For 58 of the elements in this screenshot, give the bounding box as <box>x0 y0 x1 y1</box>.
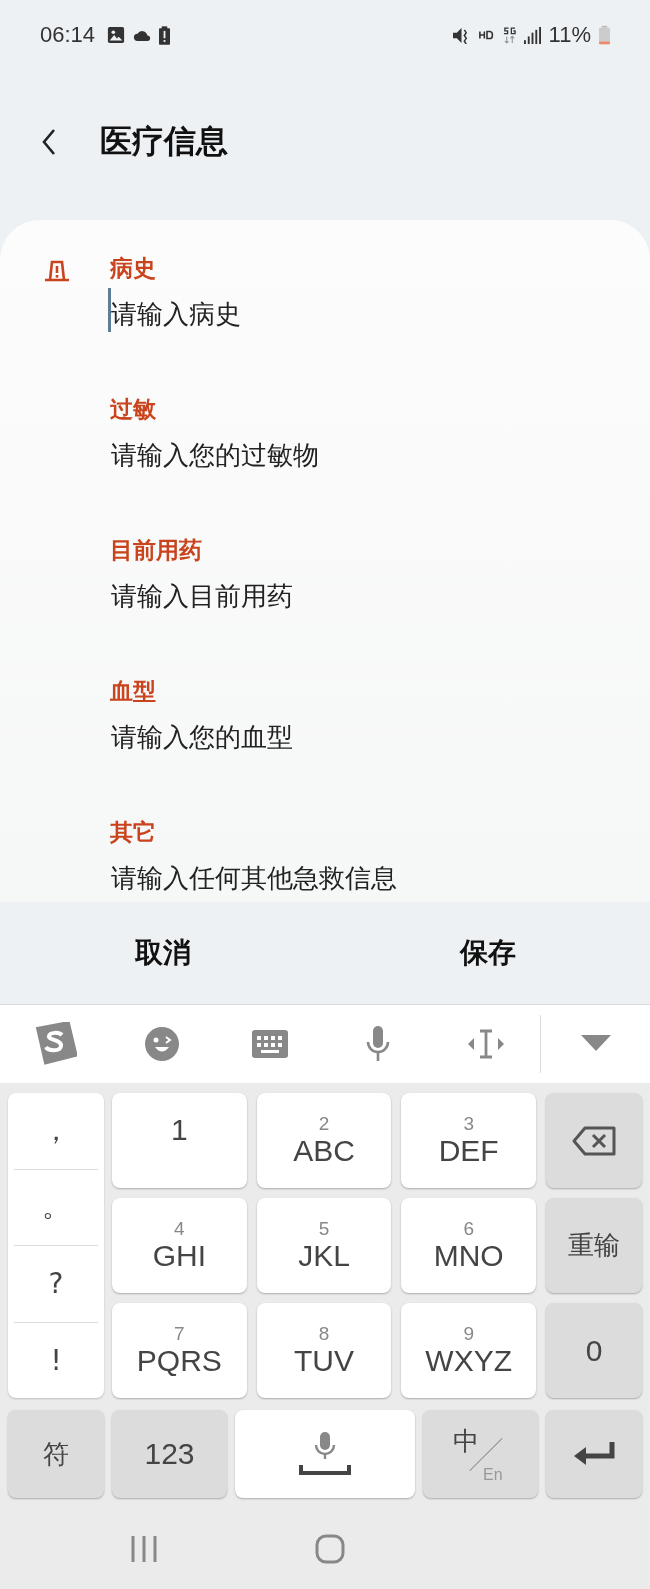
alert-icon <box>43 258 71 284</box>
input-field[interactable]: 请输入任何其他急救信息 <box>108 852 608 896</box>
signal-icon <box>523 26 541 44</box>
letter-key[interactable]: 6 MNO <box>401 1198 536 1293</box>
field-label: 其它 <box>110 818 156 847</box>
delete-key[interactable] <box>546 1093 642 1188</box>
space-mic-icon <box>299 1432 351 1476</box>
hd-icon <box>478 30 495 40</box>
battery-percent: 11% <box>548 22 591 48</box>
enter-icon <box>572 1440 616 1468</box>
letter-key[interactable]: 9 WXYZ <box>401 1303 536 1398</box>
cursor-move-icon[interactable] <box>468 1029 504 1059</box>
cloud-icon <box>133 28 152 42</box>
symbols-key[interactable]: 符 <box>8 1410 104 1498</box>
page-title: 医疗信息 <box>100 121 228 162</box>
language-key[interactable]: 中 En <box>423 1410 538 1498</box>
enter-key[interactable] <box>546 1410 642 1498</box>
network-5g-icon <box>502 26 516 44</box>
save-button[interactable]: 保存 <box>325 902 650 1004</box>
emoji-icon[interactable] <box>144 1026 180 1062</box>
symbol-key[interactable]: ， <box>14 1093 98 1170</box>
field-label: 病史 <box>110 254 156 283</box>
reset-key[interactable]: 重输 <box>546 1198 642 1293</box>
letter-key[interactable]: 5 JKL <box>256 1198 392 1293</box>
letter-key[interactable]: 7 PQRS <box>112 1303 247 1398</box>
back-button[interactable] <box>42 129 56 155</box>
home-button[interactable] <box>315 1533 345 1564</box>
number-mode-key[interactable]: 123 <box>112 1410 227 1498</box>
home-icon <box>315 1533 345 1564</box>
recent-apps-icon <box>130 1534 158 1563</box>
input-field[interactable]: 请输入您的血型 <box>108 711 608 755</box>
zero-key[interactable]: 0 <box>546 1303 642 1398</box>
input-field[interactable]: 请输入病史 <box>108 288 608 332</box>
letter-key[interactable]: 3 DEF <box>401 1093 536 1188</box>
battery-icon <box>599 25 610 45</box>
symbol-key[interactable]: ! <box>14 1322 98 1398</box>
letter-key[interactable]: 8 TUV <box>256 1303 392 1398</box>
back-icon <box>42 129 56 155</box>
field-label: 血型 <box>110 677 156 706</box>
clock: 06:14 <box>40 22 96 48</box>
cancel-button[interactable]: 取消 <box>0 902 325 1004</box>
image-icon <box>107 26 126 44</box>
symbol-key[interactable]: 。 <box>14 1169 98 1246</box>
collapse-icon[interactable] <box>580 1035 611 1053</box>
battery-alert-icon <box>159 25 171 45</box>
input-field[interactable]: 请输入您的过敏物 <box>108 429 608 473</box>
delete-icon <box>572 1125 616 1156</box>
space-key[interactable] <box>235 1410 415 1498</box>
letter-key[interactable]: 4 GHI <box>112 1198 247 1293</box>
letter-key[interactable]: 2 ABC <box>256 1093 392 1188</box>
recent-apps-button[interactable] <box>130 1534 160 1563</box>
microphone-icon[interactable] <box>365 1026 391 1062</box>
field-label: 过敏 <box>110 395 156 424</box>
keyboard-icon[interactable] <box>252 1030 288 1058</box>
letter-key[interactable]: 1 <box>112 1093 247 1188</box>
input-field[interactable]: 请输入目前用药 <box>108 570 608 614</box>
symbol-key[interactable]: ? <box>14 1246 98 1323</box>
field-label: 目前用药 <box>110 536 202 565</box>
